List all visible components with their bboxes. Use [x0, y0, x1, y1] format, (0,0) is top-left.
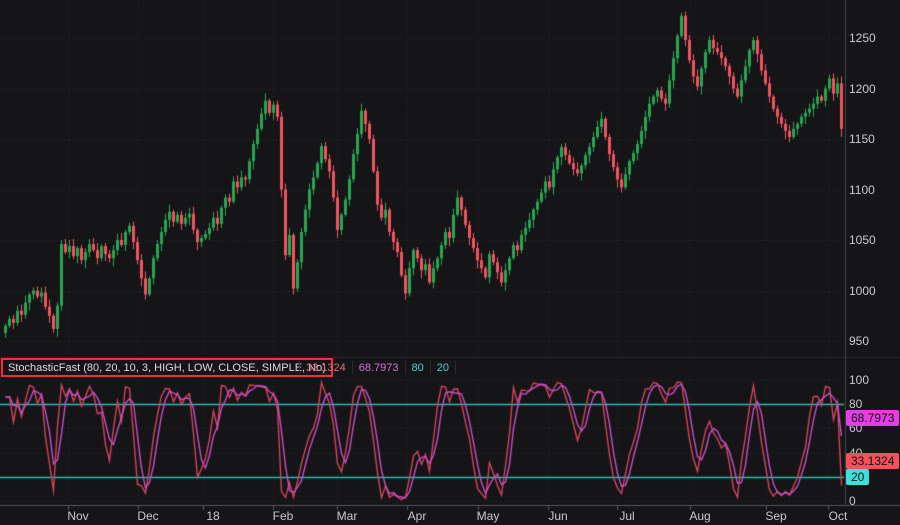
indicator-label: StochasticFast (80, 20, 10, 3, HIGH, LOW… [8, 361, 326, 374]
price-tick-label: 950 [849, 334, 870, 348]
trading-chart: 1250120011501100105010009501008060402006… [0, 0, 900, 525]
price-tick-label: 1000 [849, 283, 876, 298]
stochastic-pane[interactable] [0, 378, 845, 503]
time-tick-label: Jul [619, 509, 635, 523]
stoch-upper-band-value: 80 [411, 361, 424, 374]
time-tick-label: Jun [548, 509, 568, 523]
value-separator [455, 361, 457, 374]
time-scale-axis[interactable]: Nov Dec 18 Feb Mar Apr May Jun Jul Aug Sep Oct [0, 506, 900, 525]
price-tick-label: 1200 [849, 81, 876, 96]
price-scale-axis[interactable]: 1250120011501100105010009501008060402006… [845, 0, 900, 508]
price-pane[interactable] [0, 0, 845, 357]
indicator-values-row: 33.1324 68.7973 80 20 [299, 358, 457, 377]
stoch-d-badge: 68.7973 [846, 409, 900, 426]
stoch-k-value: 33.1324 [306, 361, 346, 374]
price-tick-label: 1150 [849, 132, 875, 146]
time-tick-label: Mar [336, 509, 358, 523]
price-tick-label: 1050 [849, 233, 876, 247]
stoch-k-badge: 33.1324 [846, 452, 900, 469]
time-tick-label: Apr [407, 509, 427, 523]
price-tick-label: 1100 [849, 182, 875, 197]
time-tick-label: Oct [828, 509, 848, 523]
price-tick-label: 1250 [849, 31, 876, 45]
indicator-header-selected[interactable]: StochasticFast (80, 20, 10, 3, HIGH, LOW… [1, 358, 333, 377]
time-tick-label: Sep [765, 509, 787, 523]
stoch-lower-band-value: 20 [436, 361, 450, 374]
time-tick-label: May [476, 509, 500, 523]
stoch-lower-band-badge: 20 [846, 468, 870, 485]
time-tick-label: Nov [67, 509, 89, 523]
stoch-tick-label: 100 [849, 373, 870, 387]
time-tick-label: Aug [689, 509, 711, 523]
time-tick-label: Dec [137, 509, 159, 523]
stoch-d-value: 68.7973 [358, 361, 399, 374]
time-tick-label: Feb [272, 509, 294, 523]
time-tick-label: 18 [206, 509, 220, 523]
